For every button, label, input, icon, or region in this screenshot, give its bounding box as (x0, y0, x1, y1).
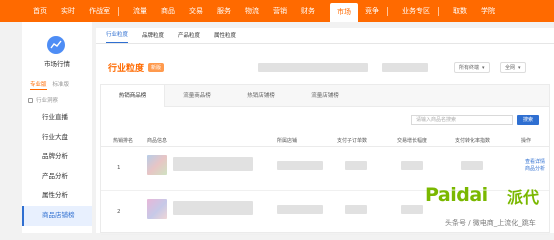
sidebar-group-label: 行业洞察 (36, 98, 59, 104)
nav-business-zone-label: 业务专区 (402, 7, 430, 15)
sidebar: 市场行情 专业版 标准版 行业洞察 行业直播 行业大盘 品牌分析 产品分析 属性… (22, 22, 92, 233)
tab-hot-shops[interactable]: 热销店铺榜 (229, 85, 293, 107)
tab-pro-version[interactable]: 专业版 (30, 80, 47, 90)
product-analysis-link[interactable]: 商品分析 (525, 166, 545, 173)
nav-realtime[interactable]: 实时 (54, 0, 82, 22)
sidebar-item-attribute[interactable]: 属性分析 (22, 186, 92, 206)
sidebar-item-product[interactable]: 产品分析 (22, 167, 92, 187)
col-conversion[interactable]: 支付转化率指数 (455, 137, 490, 144)
tab-traffic-products[interactable]: 流量商品榜 (165, 85, 229, 107)
blurred-orders (345, 161, 367, 170)
terminal-filter[interactable]: 所有终端 ▾ (454, 62, 490, 73)
nav-divider (118, 6, 119, 16)
sidebar-item-brand[interactable]: 品牌分析 (22, 147, 92, 167)
top-nav: 首页 实时 作战室 流量 商品 交易 服务 物流 营销 财务 市场 竞争 业务专… (0, 0, 554, 22)
blurred-shop-name[interactable] (277, 205, 323, 214)
chevron-down-icon: ▾ (518, 64, 521, 71)
sidebar-group-industry[interactable]: 行业洞察 (28, 96, 58, 104)
sidebar-item-overview[interactable]: 行业大盘 (22, 128, 92, 148)
blurred-growth (401, 205, 423, 214)
watermark-caption: 头条号 / 微电商_上流化_跳车 (445, 219, 536, 227)
nav-divider (438, 6, 439, 16)
blurred-product-name[interactable] (173, 201, 253, 215)
nav-home[interactable]: 首页 (26, 0, 54, 22)
nav-business-zone[interactable]: 业务专区 (395, 0, 446, 22)
tab-traffic-shops[interactable]: 流量店铺榜 (293, 85, 357, 107)
sidebar-item-ranking[interactable]: 商品店铺榜 (22, 205, 92, 226)
new-badge: 新版 (148, 63, 165, 72)
nav-warroom-label: 作战室 (89, 7, 110, 15)
col-actions: 操作 (521, 138, 532, 144)
tab-hot-products[interactable]: 热销商品榜 (101, 85, 165, 107)
page-headline: 行业粒度 新版 (108, 61, 165, 74)
tab-attribute[interactable]: 属性粒度 (214, 31, 236, 43)
blurred-orders (345, 205, 367, 214)
group-icon (28, 97, 33, 103)
product-search-input[interactable]: 请输入商品名搜索 (411, 115, 513, 125)
market-chart-icon (50, 40, 62, 49)
blurred-date-selector[interactable] (382, 63, 428, 72)
col-shop: 所属店铺 (277, 138, 298, 144)
nav-traffic[interactable]: 流量 (126, 0, 154, 22)
nav-market[interactable]: 市场 (330, 3, 358, 22)
nav-trade[interactable]: 交易 (182, 0, 210, 22)
granularity-tabs: 行业粒度 品牌粒度 产品粒度 属性粒度 (96, 28, 554, 44)
nav-marketing[interactable]: 营销 (266, 0, 294, 22)
nav-competition[interactable]: 竞争 (358, 0, 395, 22)
terminal-filter-value: 所有终端 (459, 65, 480, 71)
paidai-logo-cn: 派代 (507, 188, 540, 207)
page-title: 行业粒度 (108, 64, 145, 74)
scope-filter-value: 全网 (505, 65, 516, 71)
ranking-tabs: 热销商品榜 流量商品榜 热销店铺榜 流量店铺榜 (101, 85, 549, 107)
paidai-watermark: Paidai 派代 头条号 / 微电商_上流化_跳车 (421, 182, 554, 233)
col-growth[interactable]: 交易增长幅度 (397, 137, 427, 144)
nav-finance[interactable]: 财务 (294, 0, 322, 22)
paidai-logo: Paidai (425, 184, 488, 206)
product-thumbnail[interactable] (147, 155, 167, 175)
nav-data[interactable]: 取数 (446, 0, 474, 22)
sidebar-list: 行业直播 行业大盘 品牌分析 产品分析 属性分析 商品店铺榜 (22, 108, 92, 226)
nav-service[interactable]: 服务 (210, 0, 238, 22)
tab-industry[interactable]: 行业粒度 (106, 30, 129, 43)
nav-logistics[interactable]: 物流 (238, 0, 266, 22)
tab-brand[interactable]: 品牌粒度 (142, 31, 164, 43)
blurred-conversion (461, 161, 483, 170)
col-orders[interactable]: 支付子订单数 (337, 137, 367, 144)
chevron-down-icon: ▾ (482, 64, 485, 71)
sidebar-item-live[interactable]: 行业直播 (22, 108, 92, 128)
nav-competition-label: 竞争 (365, 7, 379, 15)
product-thumbnail[interactable] (147, 199, 167, 219)
blurred-product-name[interactable] (173, 157, 253, 171)
search-button[interactable]: 搜索 (517, 115, 539, 125)
nav-academy[interactable]: 学院 (474, 0, 502, 22)
tab-standard-version[interactable]: 标准版 (53, 80, 70, 90)
nav-warroom[interactable]: 作战室 (82, 0, 126, 22)
sidebar-title: 市场行情 (44, 60, 70, 68)
nav-divider (387, 6, 388, 16)
nav-product[interactable]: 商品 (154, 0, 182, 22)
blurred-shop-name[interactable] (277, 161, 323, 170)
scope-filter[interactable]: 全网 ▾ (500, 62, 526, 73)
tab-product[interactable]: 产品粒度 (178, 31, 200, 43)
row-rank: 2 (117, 209, 121, 215)
sidebar-version-tabs: 专业版 标准版 (30, 80, 69, 90)
blurred-category-selector[interactable] (258, 63, 368, 72)
market-logo-icon (47, 36, 65, 54)
table-header: 热销排名 商品信息 所属店铺 支付子订单数 交易增长幅度 支付转化率指数 操作 (101, 133, 549, 147)
row-rank: 1 (117, 165, 121, 171)
col-product: 商品信息 (147, 138, 168, 144)
blurred-growth (401, 161, 423, 170)
col-rank: 热销排名 (113, 138, 134, 144)
row-actions: 查看详情 商品分析 (525, 159, 545, 173)
view-details-link[interactable]: 查看详情 (525, 159, 545, 166)
